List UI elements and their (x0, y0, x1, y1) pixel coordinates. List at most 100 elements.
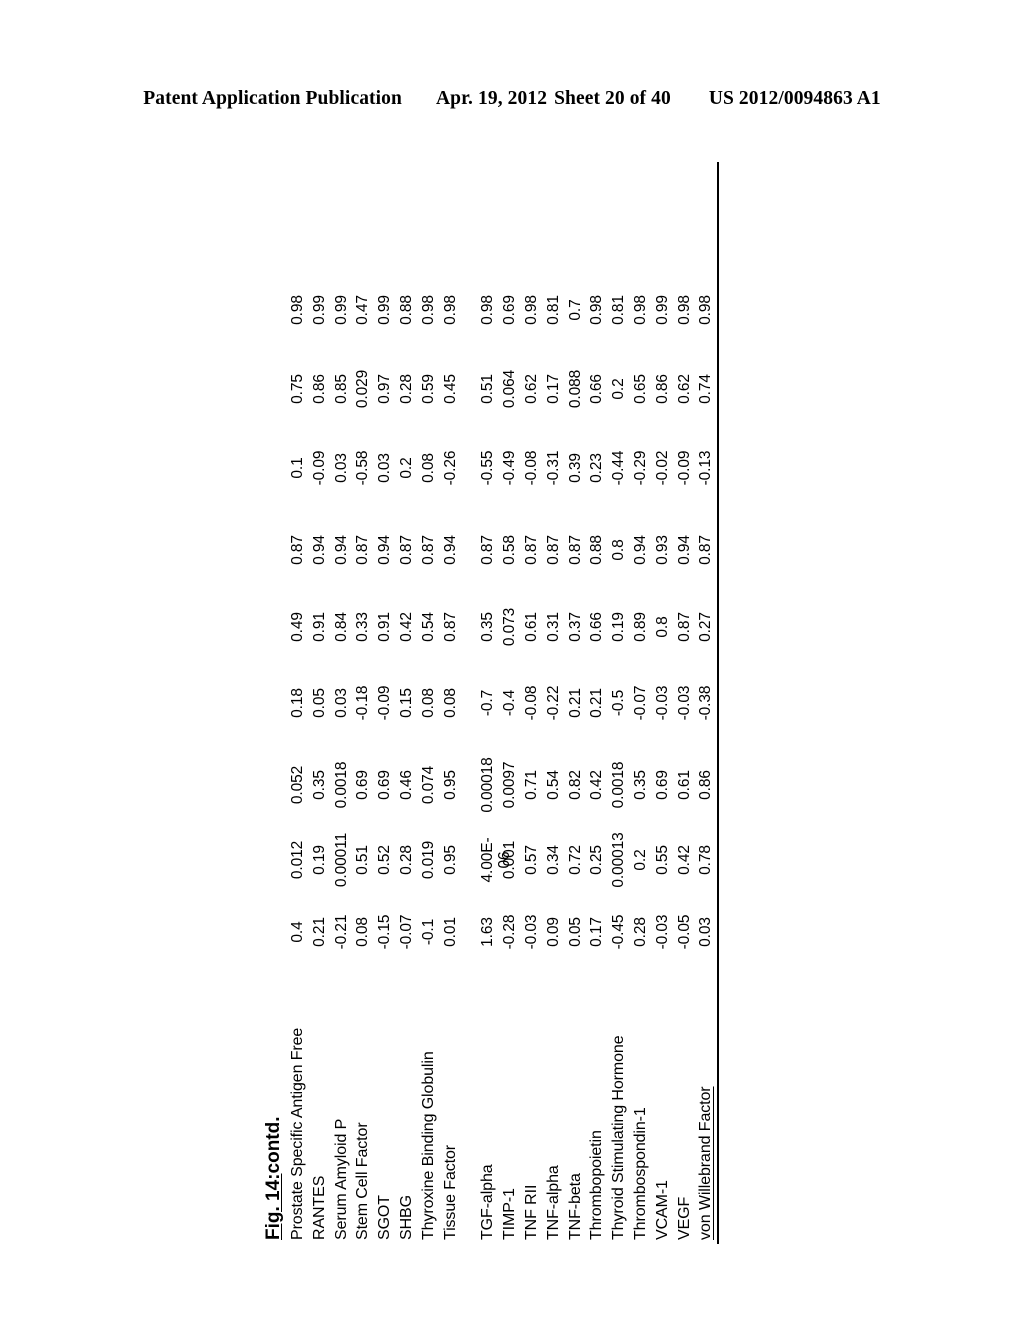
table-cell: 0.86 (653, 374, 671, 404)
row-label: RANTES (310, 1175, 328, 1240)
table-cell: 0.1 (289, 457, 306, 479)
table-cell: 0.98 (441, 295, 459, 325)
table-row: Thyroxine Binding Globulin -0.1 0.019 0.074… (419, 140, 443, 1240)
table-cell: 0.62 (675, 374, 693, 404)
table-cell: 0.00018 (479, 757, 497, 813)
table-cell: -0.44 (610, 450, 628, 486)
table-cell: 0.87 (479, 535, 497, 565)
table-cell: 0.98 (675, 295, 693, 325)
table-cell: 0.42 (588, 770, 606, 800)
table-cell: -0.02 (653, 450, 671, 486)
table-cell: 0.35 (479, 612, 497, 642)
row-label: TNF RII (523, 1184, 540, 1240)
table-cell: 0.84 (332, 612, 350, 642)
row-label: TGF-alpha (479, 1164, 497, 1240)
table-cell: 0.17 (544, 374, 562, 404)
table-row: VEGF -0.05 0.42 0.61 -0.03 0.87 0.94 -0.09 0.62 0… (675, 140, 699, 1240)
table-cell: 0.33 (354, 612, 372, 642)
row-label: Thyroxine Binding Globulin (419, 1051, 437, 1240)
table-cell: 0.46 (398, 770, 415, 800)
table-cell: 0.37 (566, 612, 584, 642)
table-cell: 0.012 (289, 840, 306, 880)
table-row: Stem Cell Factor 0.08 0.51 0.69 -0.18 0.33 0.8… (354, 140, 377, 1240)
table-cell: 0.27 (697, 612, 715, 642)
table-cell: 0.15 (398, 688, 415, 718)
table-row: SHBG -0.07 0.28 0.46 0.15 0.42 0.87 0.2 0.28 0.88 (398, 140, 421, 1240)
table-cell: 0.4 (289, 921, 306, 943)
table-cell: 0.074 (419, 765, 437, 805)
table-cell: 0.03 (332, 453, 350, 483)
figure-14-table: Fig. 14:contd. Prostate Specific Antigen… (263, 140, 724, 1244)
table-cell: 0.71 (523, 770, 540, 800)
table-cell: -0.13 (697, 450, 715, 486)
table-row: Thyroid Stimulating Hormone -0.45 0.00013 0… (610, 140, 633, 1241)
publication-label: Patent Application Publication (143, 88, 402, 109)
table-cell: 0.0018 (332, 761, 350, 809)
table-cell: 0.064 (501, 369, 519, 409)
table-cell: 0.09 (544, 917, 562, 947)
table-cell: 0.58 (501, 535, 519, 565)
table-cell: -0.31 (544, 450, 562, 486)
table-cell: -0.07 (398, 914, 415, 950)
table-cell: 4.00E- 06 (479, 837, 514, 883)
table-cell: 0.21 (566, 688, 584, 718)
table-cell: 0.98 (419, 295, 437, 325)
table-cell: 0.86 (310, 374, 328, 404)
table-cell: 0.42 (675, 845, 693, 875)
table-cell: 0.87 (441, 612, 459, 642)
table-cell: 0.54 (419, 612, 437, 642)
table-cell: 0.31 (544, 612, 562, 642)
table-cell: 0.88 (588, 535, 606, 565)
table-cell: 0.05 (310, 688, 328, 718)
table-row: TGF-alpha 1.63 4.00E- 06 0.00018 -0.7 0.35 0.87… (479, 140, 514, 1240)
table-cell: 0.98 (697, 295, 715, 325)
table-cell: 0.98 (588, 295, 606, 325)
table-cell: -0.45 (610, 914, 628, 950)
table-cell: 0.0097 (501, 761, 519, 809)
row-label: von Willebrand Factor (697, 1086, 715, 1240)
row-label: Serum Amyloid P (332, 1118, 350, 1240)
table-cell: 0.66 (588, 612, 606, 642)
row-label: VCAM-1 (653, 1180, 671, 1240)
table-cell: 0.08 (441, 688, 459, 718)
table-row: TNF-beta 0.05 0.72 0.82 0.21 0.37 0.87 0.39 0.08… (566, 140, 590, 1240)
table-cell: 0.2 (610, 378, 628, 400)
table-cell: 0.94 (441, 535, 459, 565)
table-cell: 0.54 (544, 770, 562, 800)
table-cell: 0.088 (566, 369, 584, 409)
table-cell: 0.98 (632, 295, 649, 325)
table-cell: 0.85 (332, 374, 350, 404)
table-cell: 0.95 (441, 845, 459, 875)
table-cell: 0.52 (376, 845, 394, 875)
table-cell: 0.49 (289, 612, 306, 642)
table-cell: 0.18 (289, 688, 306, 718)
table-cell: -0.7 (479, 689, 497, 717)
table-cell: 0.08 (419, 688, 437, 718)
table-cell: 0.69 (354, 770, 372, 800)
table-cell: 0.00011 (332, 832, 350, 888)
figure-14-rotated-stage: Fig. 14:contd. Prostate Specific Antigen… (263, 140, 784, 1244)
table-cell: 0.51 (479, 374, 497, 404)
table-cell: 0.87 (675, 612, 693, 642)
table-row: SGOT -0.15 0.52 0.69 -0.09 0.91 0.94 0.03 0.97 0.… (376, 140, 399, 1240)
table-row: Prostate Specific Antigen Free 0.4 0.012 0.… (289, 140, 312, 1240)
table-cell: 0.47 (354, 295, 372, 325)
table-row: VCAM-1 -0.03 0.55 0.69 -0.03 0.8 0.93 -0.02 0.86… (653, 140, 677, 1240)
table-cell: -0.58 (354, 450, 372, 486)
row-label: TNF-alpha (544, 1165, 562, 1240)
table-cell: 0.99 (332, 295, 350, 325)
table-cell: 0.69 (501, 295, 519, 325)
table-cell: -0.1 (419, 918, 437, 946)
row-label: Thyroid Stimulating Hormone (610, 1035, 628, 1241)
table-cell: 0.87 (544, 535, 562, 565)
table-cell: -0.05 (675, 914, 693, 950)
table-cell: 0.98 (479, 295, 497, 325)
table-cell: 0.35 (632, 770, 649, 800)
table-cell: 0.91 (310, 612, 328, 642)
table-cell: 0.87 (697, 535, 715, 565)
table-cell: 0.2 (398, 457, 415, 479)
row-label: VEGF (675, 1196, 693, 1240)
table-row: TNF RII -0.03 0.57 0.71 -0.08 0.61 0.87 -0.08 0.… (523, 140, 546, 1240)
table-cell: 0.052 (289, 765, 306, 805)
table-cell: 0.17 (588, 917, 606, 947)
